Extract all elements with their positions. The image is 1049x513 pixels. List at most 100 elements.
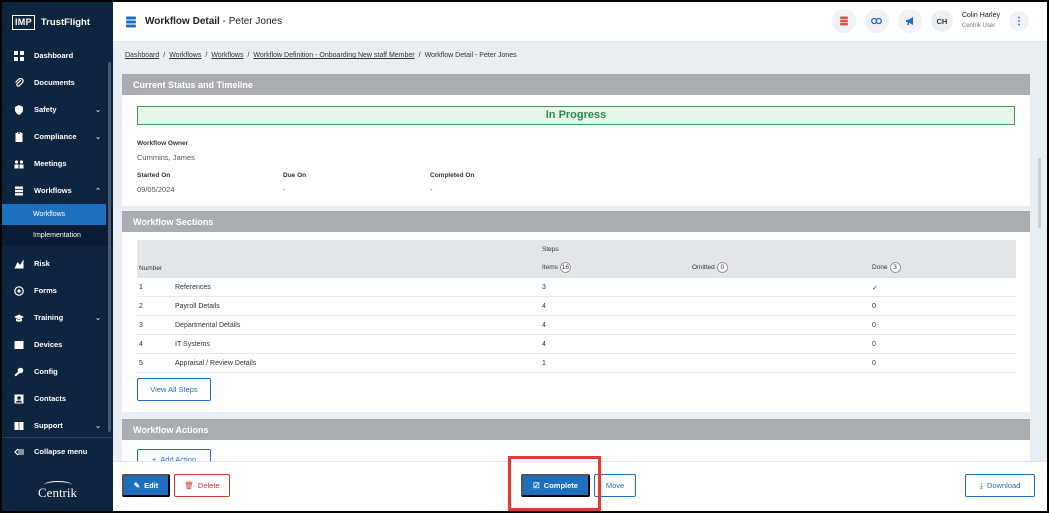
meetings-icon xyxy=(14,159,24,169)
brand-name: TrustFlight xyxy=(40,16,90,28)
breadcrumb-workflows-list[interactable]: Workflows xyxy=(211,52,243,59)
view-all-steps-button[interactable]: View All Steps xyxy=(137,378,211,401)
due-value: - xyxy=(283,185,286,194)
brand-logo: IMP xyxy=(12,14,35,30)
link-button[interactable] xyxy=(864,9,889,33)
workflows-submenu: Workflows Implementation xyxy=(2,204,113,246)
sidebar-item-workflows[interactable]: Workflows ⌃ xyxy=(2,177,113,204)
table-row[interactable]: 1 References 3 ✓ xyxy=(137,278,1016,297)
sidebar-item-devices[interactable]: Devices xyxy=(2,331,113,358)
avatar[interactable]: CH xyxy=(930,10,953,32)
risk-icon xyxy=(14,259,24,269)
sidebar-item-config[interactable]: Config xyxy=(2,358,113,385)
centrik-logo: Centrik xyxy=(2,481,113,501)
page-title-subject: - Peter Jones xyxy=(219,16,283,27)
sidebar-item-label: Meetings xyxy=(34,159,67,168)
stack-button[interactable] xyxy=(831,9,856,33)
header-actions: CH Colin Harley Centrik User ⋮ xyxy=(831,9,1029,33)
row-number: 4 xyxy=(139,341,143,348)
sidebar-item-documents[interactable]: Documents xyxy=(2,69,113,96)
workflow-title-icon xyxy=(125,16,137,28)
contacts-icon xyxy=(14,394,24,404)
sidebar-item-label: Training xyxy=(34,313,64,322)
sidebar-item-safety[interactable]: Safety ⌄ xyxy=(2,96,113,123)
sidebar-item-label: Documents xyxy=(34,78,75,87)
breadcrumb-workflows[interactable]: Workflows xyxy=(169,52,201,59)
kebab-icon: ⋮ xyxy=(1014,15,1024,27)
download-button[interactable]: ⤓ Download xyxy=(965,474,1035,497)
started-label: Started On xyxy=(137,172,171,179)
paperclip-icon xyxy=(14,77,24,88)
breadcrumb-separator: / xyxy=(163,52,166,59)
status-badge: In Progress xyxy=(137,106,1015,125)
breadcrumb: Dashboard / Workflows / Workflows / Workflow D… xyxy=(125,52,517,59)
user-info[interactable]: Colin Harley Centrik User xyxy=(962,11,1000,31)
column-done: Done 3 xyxy=(872,262,901,273)
forms-icon xyxy=(14,285,24,296)
sidebar-item-forms[interactable]: Forms xyxy=(2,277,113,304)
table-row[interactable]: 2 Payroll Details 4 0 xyxy=(137,297,1016,316)
support-icon xyxy=(14,421,24,431)
sidebar-subitem-implementation[interactable]: Implementation xyxy=(2,225,113,246)
sections-table: Steps Number Items 16 Omitted 0 Done 3 1 Re… xyxy=(137,240,1016,373)
chevron-down-icon: ⌄ xyxy=(95,314,101,322)
table-row[interactable]: 4 IT Systems 4 0 xyxy=(137,335,1016,354)
sidebar-subitem-workflows[interactable]: Workflows xyxy=(2,204,106,225)
sidebar-item-label: Risk xyxy=(34,259,50,268)
row-done: ✓ xyxy=(872,285,878,292)
items-count-badge: 16 xyxy=(559,262,571,273)
sidebar-item-risk[interactable]: Risk xyxy=(2,250,113,277)
steps-header: Steps xyxy=(542,246,559,253)
sections-panel-heading: Workflow Sections xyxy=(122,211,1030,232)
devices-icon xyxy=(14,340,24,350)
sidebar-item-label: Forms xyxy=(34,286,57,295)
sidebar-item-label: Compliance xyxy=(34,132,77,141)
page-header: Workflow Detail - Peter Jones CH Colin H… xyxy=(113,2,1047,42)
completed-value: - xyxy=(430,185,433,194)
sidebar-item-support[interactable]: Support ⌄ xyxy=(2,412,113,439)
breadcrumb-workflow-definition[interactable]: Workflow Definition - Onboarding New sta… xyxy=(253,52,414,59)
sidebar-nav: Dashboard Documents Safety ⌄ Compliance … xyxy=(2,42,113,439)
table-row[interactable]: 3 Departmental Details 4 0 xyxy=(137,316,1016,335)
status-panel: Current Status and Timeline In Progress … xyxy=(122,74,1030,206)
delete-button[interactable]: 🗑 Delete xyxy=(174,474,230,497)
main-content: Dashboard / Workflows / Workflows / Workflow D… xyxy=(113,42,1047,511)
breadcrumb-separator: / xyxy=(418,52,421,59)
actions-panel-heading: Workflow Actions xyxy=(122,419,1030,440)
sidebar-scrollbar[interactable] xyxy=(108,62,111,432)
clipboard-icon xyxy=(14,131,24,142)
column-done-label: Done xyxy=(872,264,888,271)
sidebar-item-meetings[interactable]: Meetings xyxy=(2,150,113,177)
breadcrumb-dashboard[interactable]: Dashboard xyxy=(125,52,159,59)
sidebar-item-contacts[interactable]: Contacts xyxy=(2,385,113,412)
megaphone-icon xyxy=(905,17,913,25)
announcements-button[interactable] xyxy=(897,9,922,33)
graduation-cap-icon xyxy=(14,313,24,323)
omitted-count-badge: 0 xyxy=(716,262,728,273)
more-options-button[interactable]: ⋮ xyxy=(1009,11,1029,31)
collapse-menu-button[interactable]: Collapse menu xyxy=(2,438,113,465)
row-items: 3 xyxy=(542,284,546,291)
row-number: 5 xyxy=(139,360,143,367)
link-icon xyxy=(871,17,883,25)
dashboard-icon xyxy=(14,50,24,61)
sidebar-item-label: Dashboard xyxy=(34,51,74,60)
sidebar-item-label: Support xyxy=(34,421,63,430)
row-items: 1 xyxy=(542,360,546,367)
chevron-up-icon: ⌃ xyxy=(95,187,101,195)
edit-button[interactable]: ✎ Edit xyxy=(122,474,170,497)
row-done: 0 xyxy=(872,360,876,367)
edit-label: Edit xyxy=(144,481,159,490)
download-label: Download xyxy=(986,481,1021,490)
sidebar-item-compliance[interactable]: Compliance ⌄ xyxy=(2,123,113,150)
table-row[interactable]: 5 Appraisal / Review Details 1 0 xyxy=(137,354,1016,373)
row-number: 1 xyxy=(139,284,143,291)
sidebar-item-training[interactable]: Training ⌄ xyxy=(2,304,113,331)
user-name: Colin Harley xyxy=(961,12,1000,19)
stack-icon xyxy=(839,16,848,26)
started-value: 09/05/2024 xyxy=(137,185,175,194)
content-scrollbar[interactable] xyxy=(1038,158,1041,228)
row-items: 4 xyxy=(542,322,546,329)
sidebar-item-dashboard[interactable]: Dashboard xyxy=(2,42,113,69)
brand[interactable]: IMP TrustFlight xyxy=(2,2,113,42)
